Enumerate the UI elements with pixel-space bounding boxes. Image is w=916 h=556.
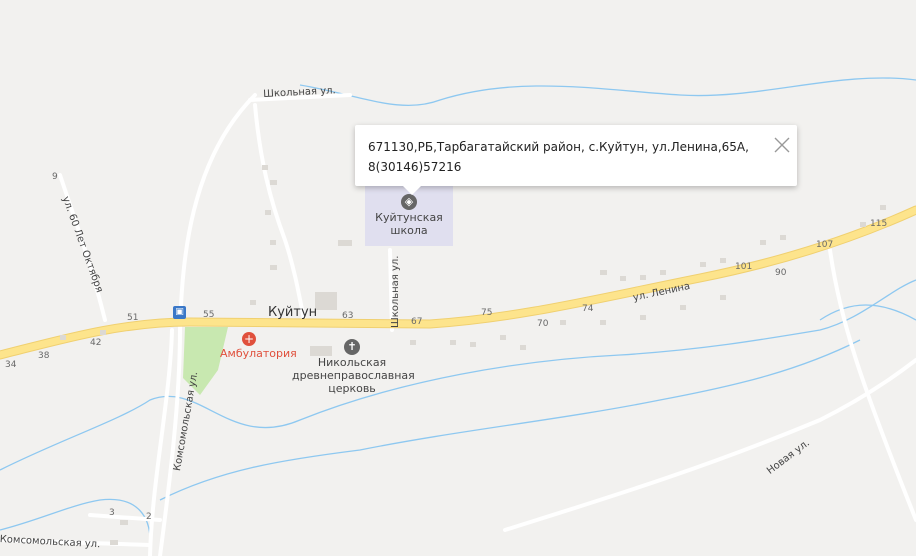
house-number: 90 [775, 268, 787, 278]
house-number: 2 [146, 512, 152, 522]
school-label: Куйтунская школа [375, 211, 443, 237]
popup-address: 671130,РБ,Тарбагатайский район, с.Куйтун… [368, 140, 749, 154]
village-label: Куйтун [268, 305, 318, 320]
main-road-lenina [0, 205, 916, 360]
school-poi[interactable]: ◈ Куйтунская школа [366, 194, 452, 237]
street-label-shkolnaya-vertical: Школьная ул. [390, 255, 401, 329]
river [159, 339, 861, 501]
clinic-label: Амбулатория [220, 347, 297, 360]
medical-cross-icon: + [242, 332, 256, 346]
popup-tail [403, 186, 421, 195]
house-number: 55 [203, 310, 215, 320]
river [299, 77, 916, 106]
river [0, 279, 916, 471]
house-number: 107 [816, 240, 834, 250]
house-number: 38 [38, 351, 50, 361]
church-cross-icon: ✝ [344, 339, 360, 355]
close-icon[interactable] [773, 136, 791, 154]
address-popup[interactable]: 671130,РБ,Тарбагатайский район, с.Куйтун… [355, 125, 797, 195]
house-number: 9 [52, 172, 58, 182]
school-icon: ◈ [401, 194, 417, 210]
house-number: 67 [411, 317, 423, 327]
house-number: 74 [582, 304, 594, 314]
church-label: Никольская древнеправославная церковь [292, 356, 415, 395]
house-number: 51 [127, 313, 139, 323]
bus-stop-icon[interactable]: ▣ [173, 306, 186, 319]
house-number: 42 [90, 338, 102, 348]
house-number: 75 [481, 308, 493, 318]
popup-text: 671130,РБ,Тарбагатайский район, с.Куйтун… [368, 137, 749, 177]
river [819, 304, 916, 321]
house-number: 115 [870, 219, 888, 229]
church-poi[interactable]: ✝ Никольская древнеправославная церковь [292, 339, 415, 395]
clinic-poi[interactable]: + Амбулатория [220, 332, 297, 360]
house-number: 63 [342, 311, 354, 321]
house-number: 3 [109, 508, 115, 518]
house-number: 101 [735, 262, 753, 272]
popup-phone: 8(30146)57216 [368, 160, 462, 174]
house-number: 70 [537, 319, 549, 329]
buildings [60, 165, 886, 545]
map-layer [0, 77, 916, 556]
house-number: 34 [5, 360, 17, 370]
map-canvas[interactable]: Школьная ул. Школьная ул. ул. 60 Лет Окт… [0, 0, 916, 556]
